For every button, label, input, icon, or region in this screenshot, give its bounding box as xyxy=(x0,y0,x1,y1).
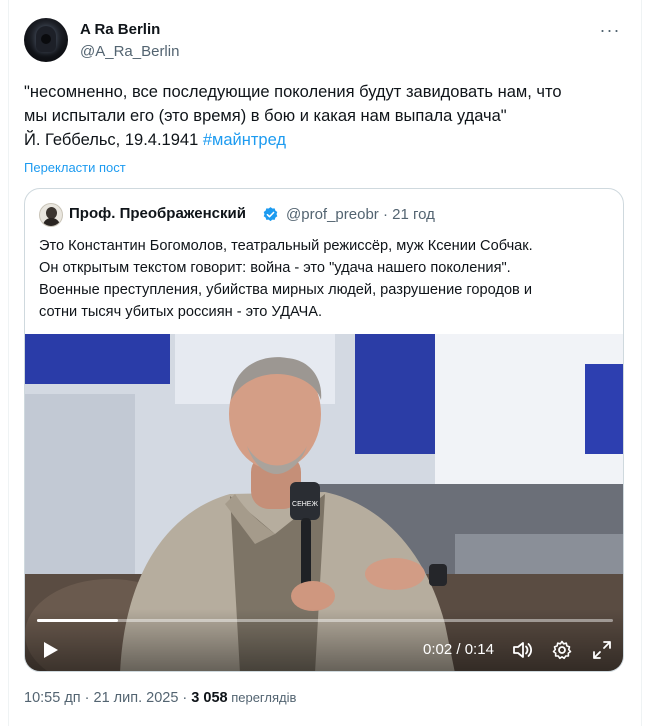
author-display-name[interactable]: A Ra Berlin xyxy=(80,21,160,38)
tweet-text: "несомненно, все последующие поколения б… xyxy=(24,80,614,152)
quoted-tweet-header: Проф. Преображенский @prof_preobr · 21 г… xyxy=(39,203,609,227)
settings-gear-icon[interactable] xyxy=(551,639,573,661)
quoted-author-avatar[interactable] xyxy=(39,203,63,227)
hashtag-link[interactable]: #майнтред xyxy=(203,131,286,149)
tweet-line-3: Й. Геббельс, 19.4.1941 #майнтред xyxy=(24,128,614,152)
video-controls: 0:02 / 0:14 xyxy=(25,609,623,671)
progress-fill xyxy=(37,619,118,622)
right-hand xyxy=(365,558,425,590)
time-separator: / xyxy=(452,641,465,658)
avatar-face xyxy=(41,34,51,44)
watch xyxy=(429,564,447,586)
video-player[interactable]: СЕНЕЖ 0:02 / 0:14 xyxy=(25,334,623,671)
translate-post-link[interactable]: Перекласти пост xyxy=(24,160,126,175)
more-dots-icon[interactable]: ··· xyxy=(598,21,622,44)
quoted-tweet[interactable]: Проф. Преображенский @prof_preobr · 21 г… xyxy=(24,188,624,672)
views-label: переглядів xyxy=(227,690,297,705)
video-time: 0:02 / 0:14 xyxy=(423,641,494,658)
timestamp[interactable]: 10:55 дп · 21 лип. 2025 · xyxy=(24,690,191,706)
backdrop-panel-blue-3 xyxy=(585,364,623,454)
tweet-line-2: мы испытали его (это время) в бою и кака… xyxy=(24,107,507,125)
backdrop-panel-blue xyxy=(25,334,170,384)
quoted-line-4: сотни тысяч убитых россиян - это УДАЧА. xyxy=(39,304,323,320)
tweet-attribution: Й. Геббельс, 19.4.1941 xyxy=(24,131,199,149)
tweet-meta: 10:55 дп · 21 лип. 2025 · 3 058 перегляд… xyxy=(24,690,296,706)
play-icon[interactable] xyxy=(39,639,61,661)
fullscreen-icon[interactable] xyxy=(591,639,613,661)
quoted-line-3: Военные преступления, убийства мирных лю… xyxy=(39,282,533,298)
current-time: 0:02 xyxy=(423,641,453,658)
duration: 0:14 xyxy=(464,641,494,658)
quoted-line-1: Это Константин Богомолов, театральный ре… xyxy=(39,238,533,254)
author-avatar[interactable] xyxy=(24,18,68,62)
quoted-handle-time: @prof_preobr · 21 год xyxy=(286,206,435,223)
progress-bar[interactable] xyxy=(37,619,613,622)
tweet-line-1: "несомненно, все последующие поколения б… xyxy=(24,83,562,101)
quoted-author-name[interactable]: Проф. Преображенский xyxy=(69,205,246,222)
quoted-tweet-text: Это Константин Богомолов, театральный ре… xyxy=(39,235,609,323)
backdrop-panel-blue-2 xyxy=(355,334,435,454)
verified-badge-icon xyxy=(263,207,278,222)
quoted-line-2: Он открытым текстом говорит: война - это… xyxy=(39,260,511,276)
volume-icon[interactable] xyxy=(511,639,533,661)
author-handle[interactable]: @A_Ra_Berlin xyxy=(80,43,179,60)
mic-label: СЕНЕЖ xyxy=(292,501,318,508)
views-count: 3 058 xyxy=(191,690,228,706)
left-hand xyxy=(291,581,335,611)
tweet-header: A Ra Berlin @A_Ra_Berlin ··· xyxy=(24,18,634,66)
avatar-body xyxy=(43,218,60,226)
